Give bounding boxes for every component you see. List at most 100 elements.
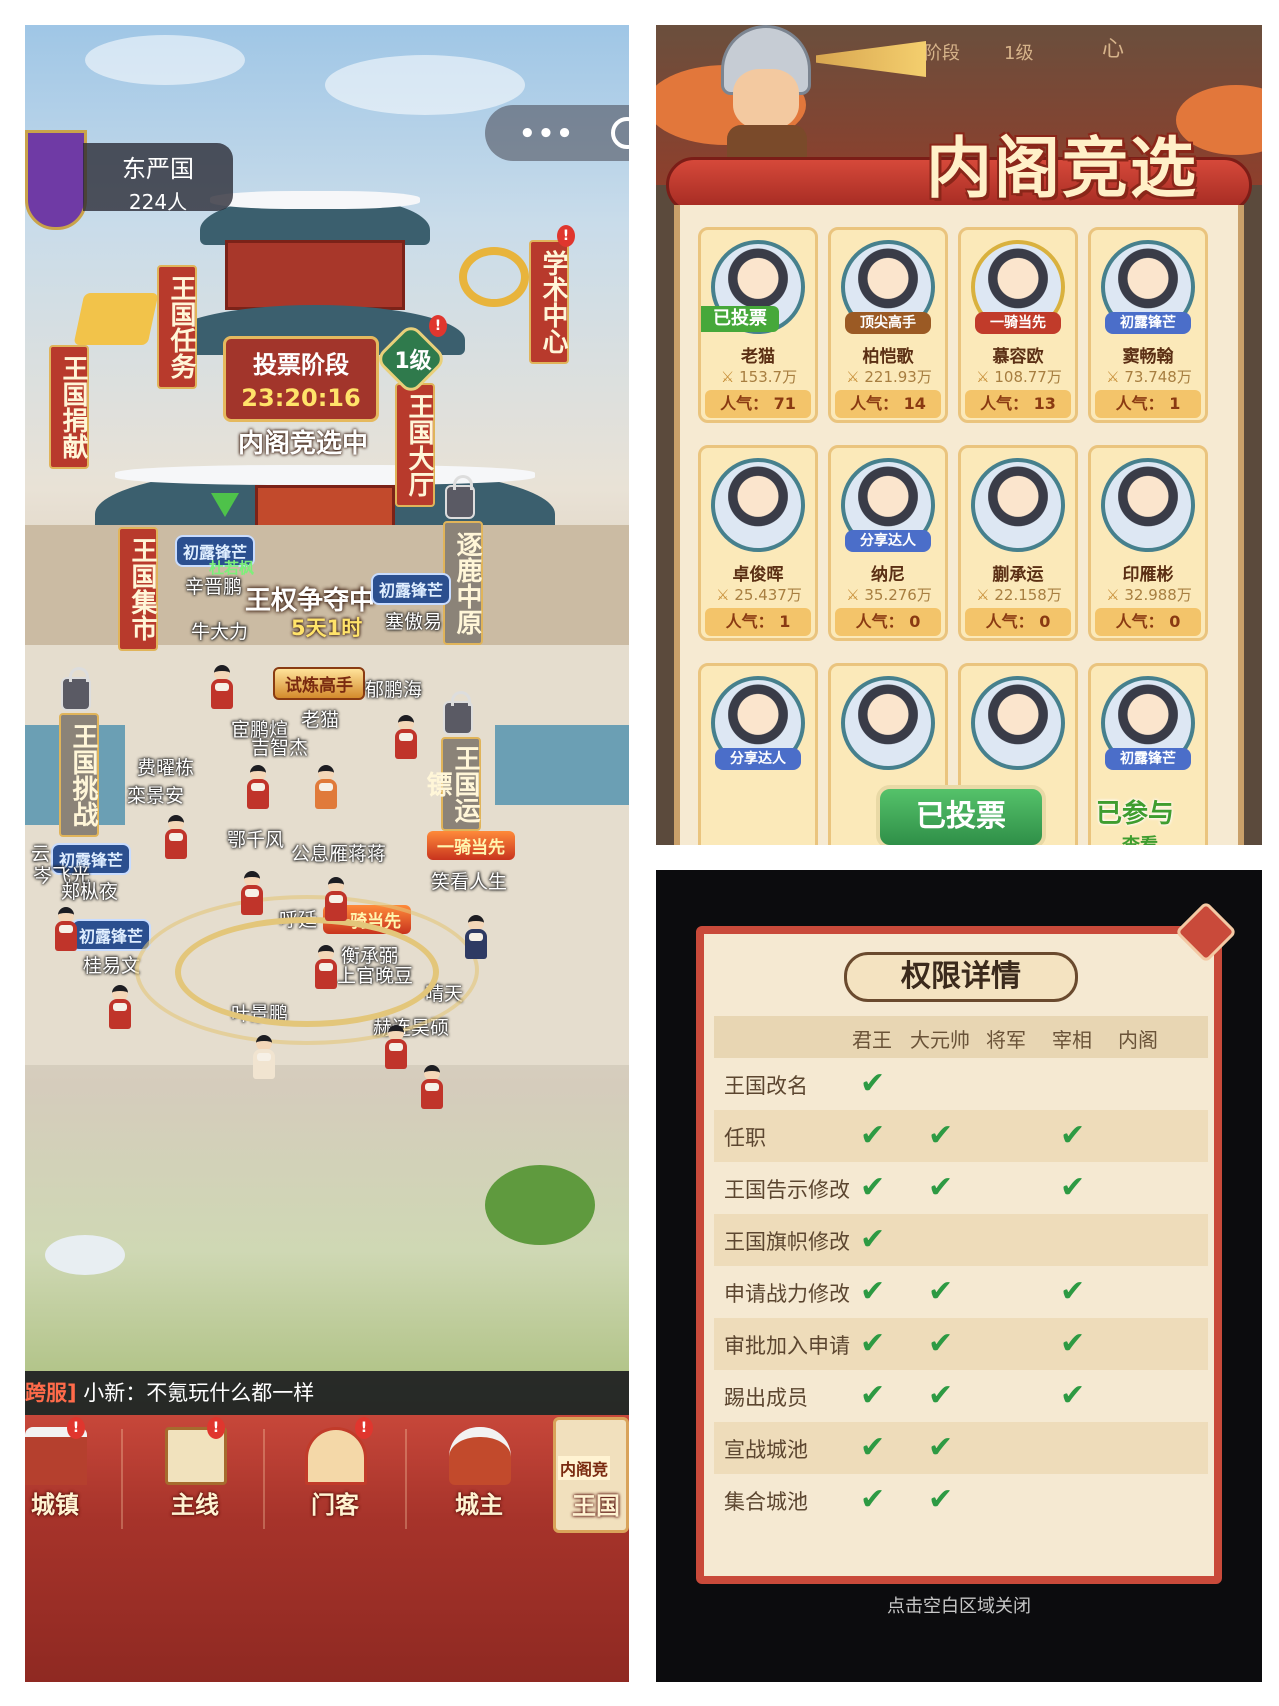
kingdom-flag[interactable] bbox=[25, 130, 87, 230]
checkmark-icon: ✔ bbox=[1060, 1326, 1086, 1361]
book-icon bbox=[73, 293, 159, 345]
nav-city-lord[interactable]: 城主 bbox=[409, 1415, 549, 1535]
close-hint[interactable]: 点击空白区域关闭 bbox=[656, 1592, 1262, 1618]
character-name[interactable]: 吉智杰 bbox=[251, 733, 308, 760]
character-sprite[interactable] bbox=[395, 715, 417, 761]
world-chat-bar[interactable]: 跨服] 小新：不氪玩什么都一样 bbox=[25, 1371, 629, 1415]
character-name[interactable]: 塞傲易 bbox=[385, 607, 442, 634]
candidate-card[interactable]: 卓俊晖 ⚔ 25.437万 人气： 1 bbox=[698, 445, 818, 641]
kingdom-donation-banner[interactable]: 王国捐献 bbox=[49, 345, 89, 469]
title-badge: 分享达人 bbox=[845, 530, 931, 552]
character-sprite[interactable] bbox=[315, 945, 337, 991]
kingdom-market-banner[interactable]: 王国集市 bbox=[118, 527, 158, 651]
character-sprite[interactable] bbox=[421, 1065, 443, 1111]
header-fragment: 1级 bbox=[1004, 43, 1034, 64]
vote-phase-board[interactable]: 投票阶段 23:20:16 bbox=[223, 336, 379, 422]
crossed-swords-icon: ⚔ bbox=[846, 368, 860, 386]
close-circle-icon[interactable] bbox=[611, 117, 629, 149]
table-header: 君王 大元帅 将军 宰相 内阁 bbox=[714, 1016, 1208, 1058]
header-fragment: 心 bbox=[1102, 37, 1125, 62]
crossed-swords-icon: ⚔ bbox=[1106, 586, 1120, 604]
character-name[interactable]: 栾景安 bbox=[127, 781, 184, 808]
candidate-card[interactable]: 一骑当先 慕容欧 ⚔ 108.77万 人气： 13 bbox=[958, 227, 1078, 423]
character-name[interactable]: 郁鹏海 bbox=[365, 675, 422, 702]
candidate-card[interactable]: 顶尖高手 柏恺歌 ⚔ 221.93万 人气： 14 bbox=[828, 227, 948, 423]
candidate-avatar bbox=[971, 676, 1065, 770]
joined-label: 已参与 bbox=[1096, 799, 1175, 829]
character-sprite[interactable] bbox=[253, 1035, 275, 1081]
kingdom-challenge-banner[interactable]: 王国挑战 bbox=[59, 713, 99, 837]
more-icon[interactable]: ••• bbox=[519, 119, 575, 149]
kingdom-tasks-banner[interactable]: 王国任务 bbox=[157, 265, 197, 389]
character-sprite[interactable] bbox=[247, 765, 269, 811]
checkmark-icon: ✔ bbox=[1060, 1170, 1086, 1205]
permission-name: 集合城池 bbox=[724, 1490, 808, 1514]
kingdom-info[interactable]: 东严国 224人 bbox=[83, 143, 233, 214]
character-name[interactable]: 老猫 bbox=[301, 705, 339, 732]
candidate-power: ⚔ 108.77万 bbox=[976, 368, 1062, 386]
view-link[interactable]: 查看 bbox=[1122, 831, 1158, 845]
vote-phase-label: 投票阶段 bbox=[253, 351, 349, 379]
nav-retainers[interactable]: 门客 bbox=[265, 1415, 405, 1535]
checkmark-icon: ✔ bbox=[928, 1118, 954, 1153]
character-sprite[interactable] bbox=[315, 765, 337, 811]
kingdom-escort-banner[interactable]: 王国运镖 bbox=[422, 737, 481, 831]
kingdom-name: 东严国 bbox=[122, 155, 194, 183]
location-arrow-icon bbox=[211, 493, 239, 517]
checkmark-icon: ✔ bbox=[1060, 1274, 1086, 1309]
character-name[interactable]: 鄂千风 bbox=[227, 825, 284, 852]
cabinet-tag: 内阁竞 bbox=[558, 1456, 611, 1480]
candidate-popularity: 人气： 71 bbox=[705, 390, 811, 418]
character-sprite[interactable] bbox=[211, 665, 233, 711]
candidate-card[interactable]: 初露锋芒 窦畅翰 ⚔ 73.748万 人气： 1 bbox=[1088, 227, 1208, 423]
checkmark-icon: ✔ bbox=[928, 1274, 954, 1309]
character-sprite[interactable] bbox=[109, 985, 131, 1031]
candidate-card[interactable]: 分享达人 bbox=[698, 663, 818, 845]
character-name[interactable]: 笑看人生 bbox=[431, 867, 507, 894]
table-row: 王国告示修改 ✔ ✔ ✔ bbox=[714, 1162, 1208, 1214]
checkmark-icon: ✔ bbox=[860, 1326, 886, 1361]
academy-center-banner[interactable]: 学术中心 bbox=[529, 240, 569, 364]
title-badge: 试炼高手 bbox=[273, 667, 365, 700]
character-sprite[interactable] bbox=[325, 877, 347, 923]
permissions-rows: 王国改名 ✔ 任职 ✔ ✔ ✔ 王国告示修改 ✔ ✔ ✔ 王国旗帜修改 ✔ 申请战力修改 ✔ ✔ ✔ 审批加入申… bbox=[714, 1058, 1208, 1526]
column-header: 内阁 bbox=[1118, 1028, 1158, 1052]
voted-button[interactable]: 已投票 bbox=[876, 785, 1046, 845]
candidate-card[interactable]: 分享达人 纳尼 ⚔ 35.276万 人气： 0 bbox=[828, 445, 948, 641]
character-name[interactable]: 辛晋鹏 bbox=[185, 572, 242, 599]
palace-upper-floor bbox=[225, 240, 405, 310]
candidate-card[interactable]: 蒯承运 ⚔ 22.158万 人气： 0 bbox=[958, 445, 1078, 641]
candidate-name: 印雁彬 bbox=[1122, 565, 1174, 585]
checkmark-icon: ✔ bbox=[928, 1378, 954, 1413]
lock-icon bbox=[443, 691, 473, 735]
nav-kingdom[interactable]: 内阁竞 王国 bbox=[553, 1417, 629, 1533]
permissions-modal-overlay[interactable]: 权限详情 君王 大元帅 将军 宰相 内阁 王国改名 ✔ 任职 ✔ ✔ ✔ 王国告示修改 ✔ ✔ ✔… bbox=[656, 870, 1262, 1682]
permission-name: 踢出成员 bbox=[724, 1386, 808, 1410]
title-badge: 一骑当先 bbox=[975, 312, 1061, 334]
title-badge: 分享达人 bbox=[715, 748, 801, 770]
candidate-name: 柏恺歌 bbox=[862, 347, 914, 367]
nav-retainers-label: 门客 bbox=[311, 1491, 359, 1519]
character-name[interactable]: 桂易文 bbox=[83, 951, 140, 978]
character-name[interactable]: 牛大力 bbox=[191, 617, 248, 644]
election-title: 内阁竞选 bbox=[926, 129, 1198, 207]
character-sprite[interactable] bbox=[241, 871, 263, 917]
nav-main-quest[interactable]: 主线 bbox=[125, 1415, 265, 1535]
candidate-card[interactable]: 印雁彬 ⚔ 32.988万 人气： 0 bbox=[1088, 445, 1208, 641]
character-name[interactable]: 费曜栋 bbox=[137, 753, 194, 780]
kingdom-hall-banner[interactable]: 王国大厅 bbox=[395, 383, 435, 507]
vote-timer: 23:20:16 bbox=[241, 384, 361, 412]
column-header: 将军 bbox=[986, 1028, 1026, 1052]
character-sprite[interactable] bbox=[385, 1025, 407, 1071]
chat-message: 小新：不氪玩什么都一样 bbox=[83, 1381, 315, 1405]
character-sprite[interactable] bbox=[465, 915, 487, 961]
cabinet-election-status[interactable]: 内阁竞选中 bbox=[238, 423, 368, 460]
miniprogram-capsule[interactable]: ••• bbox=[485, 105, 629, 161]
candidate-power: ⚔ 73.748万 bbox=[1106, 368, 1192, 386]
character-sprite[interactable] bbox=[165, 815, 187, 861]
character-name[interactable]: 公息雁蒋蒋 bbox=[291, 839, 386, 866]
candidate-card[interactable]: 已投票 老猫 ⚔ 153.7万 人气： 71 bbox=[698, 227, 818, 423]
character-sprite[interactable] bbox=[55, 907, 77, 953]
herald-character bbox=[701, 25, 841, 170]
character-name[interactable]: 郏枞夜 bbox=[61, 877, 118, 904]
